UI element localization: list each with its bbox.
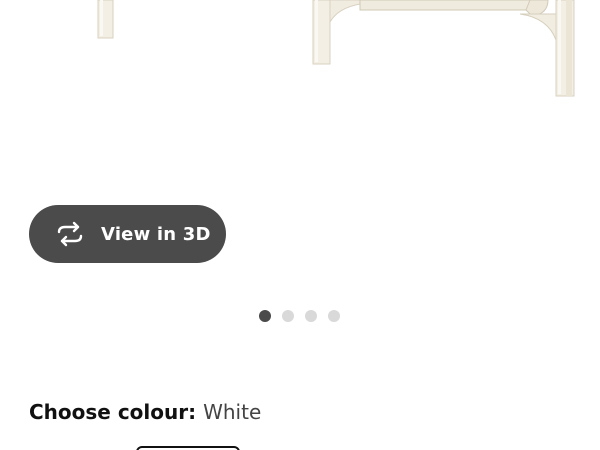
colour-selection: Choose colour: White	[29, 400, 261, 424]
carousel-dot-4[interactable]	[328, 310, 340, 322]
carousel-dot-1[interactable]	[259, 310, 271, 322]
view-in-3d-button[interactable]: View in 3D	[29, 205, 226, 263]
carousel-dot-2[interactable]	[282, 310, 294, 322]
carousel-dot-3[interactable]	[305, 310, 317, 322]
colour-heading: Choose colour:	[29, 400, 204, 424]
drawer-frame	[359, 0, 549, 17]
colour-swatch-selected[interactable]	[136, 446, 240, 450]
left-leg	[97, 0, 114, 39]
rotate-3d-icon	[57, 221, 83, 247]
right-leg	[519, 0, 575, 97]
middle-leg	[312, 0, 361, 65]
product-page: View in 3D Choose colour: White	[0, 0, 600, 450]
colour-selected-value: White	[203, 400, 262, 424]
view-in-3d-label: View in 3D	[101, 223, 211, 245]
carousel-dots	[259, 310, 340, 322]
